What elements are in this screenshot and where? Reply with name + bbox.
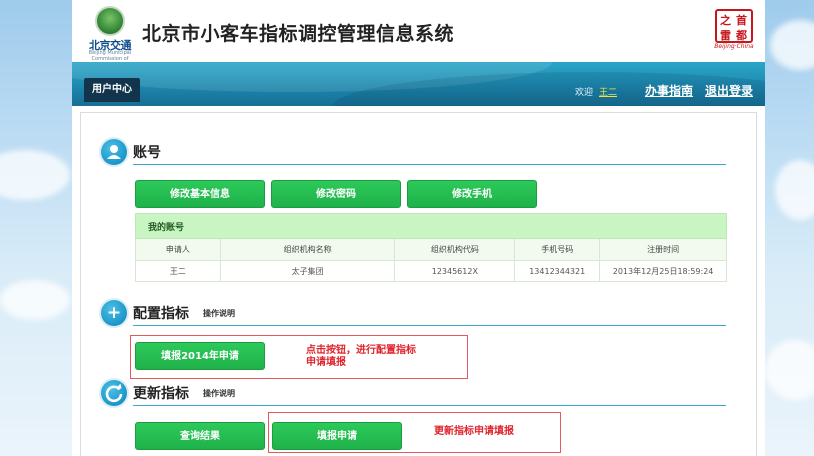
edit-basic-info-button[interactable]: 修改基本信息 (135, 180, 265, 208)
capital-beijing-badge: 之 首 雷 都 Beijing·China (714, 9, 754, 51)
section-config-title: 配置指标 (133, 306, 189, 322)
plus-icon: + (101, 300, 127, 326)
tab-user-center[interactable]: 用户中心 (84, 78, 140, 102)
section-update-header: 更新指标 操作说明 (101, 380, 235, 406)
update-help-link[interactable]: 操作说明 (203, 388, 235, 399)
table-header: 组织机构名称 (219, 238, 396, 261)
table-cell: 13412344321 (514, 260, 601, 282)
config-note-line2: 申请填报 (306, 357, 346, 368)
system-title: 北京市小客车指标调控管理信息系统 (142, 23, 455, 45)
account-table: 我的账号 申请人 组织机构名称 组织机构代码 手机号码 注册时间 王二 太子集团… (135, 213, 727, 282)
badge-char: 都 (736, 29, 747, 42)
badge-char: 首 (736, 14, 747, 27)
refresh-icon (101, 380, 127, 406)
user-name-link[interactable]: 王二 (599, 85, 617, 98)
badge-subtext: Beijing·China (714, 43, 754, 50)
table-header: 申请人 (135, 238, 221, 261)
config-help-link[interactable]: 操作说明 (203, 308, 235, 319)
badge-char: 雷 (720, 29, 731, 42)
nav-user-area: 欢迎 王二 办事指南 退出登录 (575, 82, 753, 99)
user-icon (101, 139, 127, 165)
table-header: 注册时间 (599, 238, 727, 261)
section-account-header: 账号 (101, 139, 161, 165)
section-account-title: 账号 (133, 145, 161, 161)
update-apply-button[interactable]: 填报申请 (272, 422, 402, 450)
apply-2014-button[interactable]: 填报2014年申请 (135, 342, 265, 370)
cloud-decoration (0, 280, 70, 320)
cloud-decoration (775, 160, 814, 220)
config-note-line1: 点击按钮，进行配置指标 (306, 345, 416, 356)
main-page: 北京交通 Beijing Municipal Commission of Tra… (72, 0, 765, 456)
edit-phone-button[interactable]: 修改手机 (407, 180, 537, 208)
section-config-header: + 配置指标 操作说明 (101, 300, 235, 326)
section-divider (133, 164, 726, 165)
table-header: 手机号码 (514, 238, 601, 261)
cloud-decoration (770, 20, 814, 70)
header: 北京交通 Beijing Municipal Commission of Tra… (72, 0, 765, 68)
cloud-decoration (0, 150, 70, 200)
update-note: 更新指标申请填报 (434, 426, 514, 437)
table-cell: 12345612X (394, 260, 516, 282)
content-panel: 账号 修改基本信息 修改密码 修改手机 我的账号 申请人 组织机构名称 组织机构… (80, 112, 757, 456)
table-cell: 太子集团 (219, 260, 396, 282)
edit-password-button[interactable]: 修改密码 (271, 180, 401, 208)
badge-char: 之 (720, 14, 731, 27)
section-divider (133, 325, 726, 326)
section-update-title: 更新指标 (133, 386, 189, 402)
nav-bar: 用户中心 欢迎 王二 办事指南 退出登录 (72, 62, 765, 106)
table-cell: 2013年12月25日18:59:24 (599, 260, 727, 282)
logo-emblem-icon (95, 6, 125, 36)
beijing-transport-logo[interactable]: 北京交通 Beijing Municipal Commission of Tra… (82, 6, 138, 68)
logout-link[interactable]: 退出登录 (705, 82, 753, 99)
config-note: 点击按钮，进行配置指标 申请填报 (306, 345, 416, 369)
welcome-text: 欢迎 (574, 88, 593, 98)
table-cell: 王二 (135, 260, 221, 282)
cloud-decoration (765, 340, 814, 400)
table-row: 王二 太子集团 12345612X 13412344321 2013年12月25… (135, 260, 727, 282)
section-divider (133, 405, 726, 406)
badge-frame: 之 首 雷 都 (715, 9, 753, 43)
table-header: 组织机构代码 (394, 238, 516, 261)
query-result-button[interactable]: 查询结果 (135, 422, 265, 450)
guide-link[interactable]: 办事指南 (645, 82, 693, 99)
table-caption: 我的账号 (135, 213, 727, 239)
